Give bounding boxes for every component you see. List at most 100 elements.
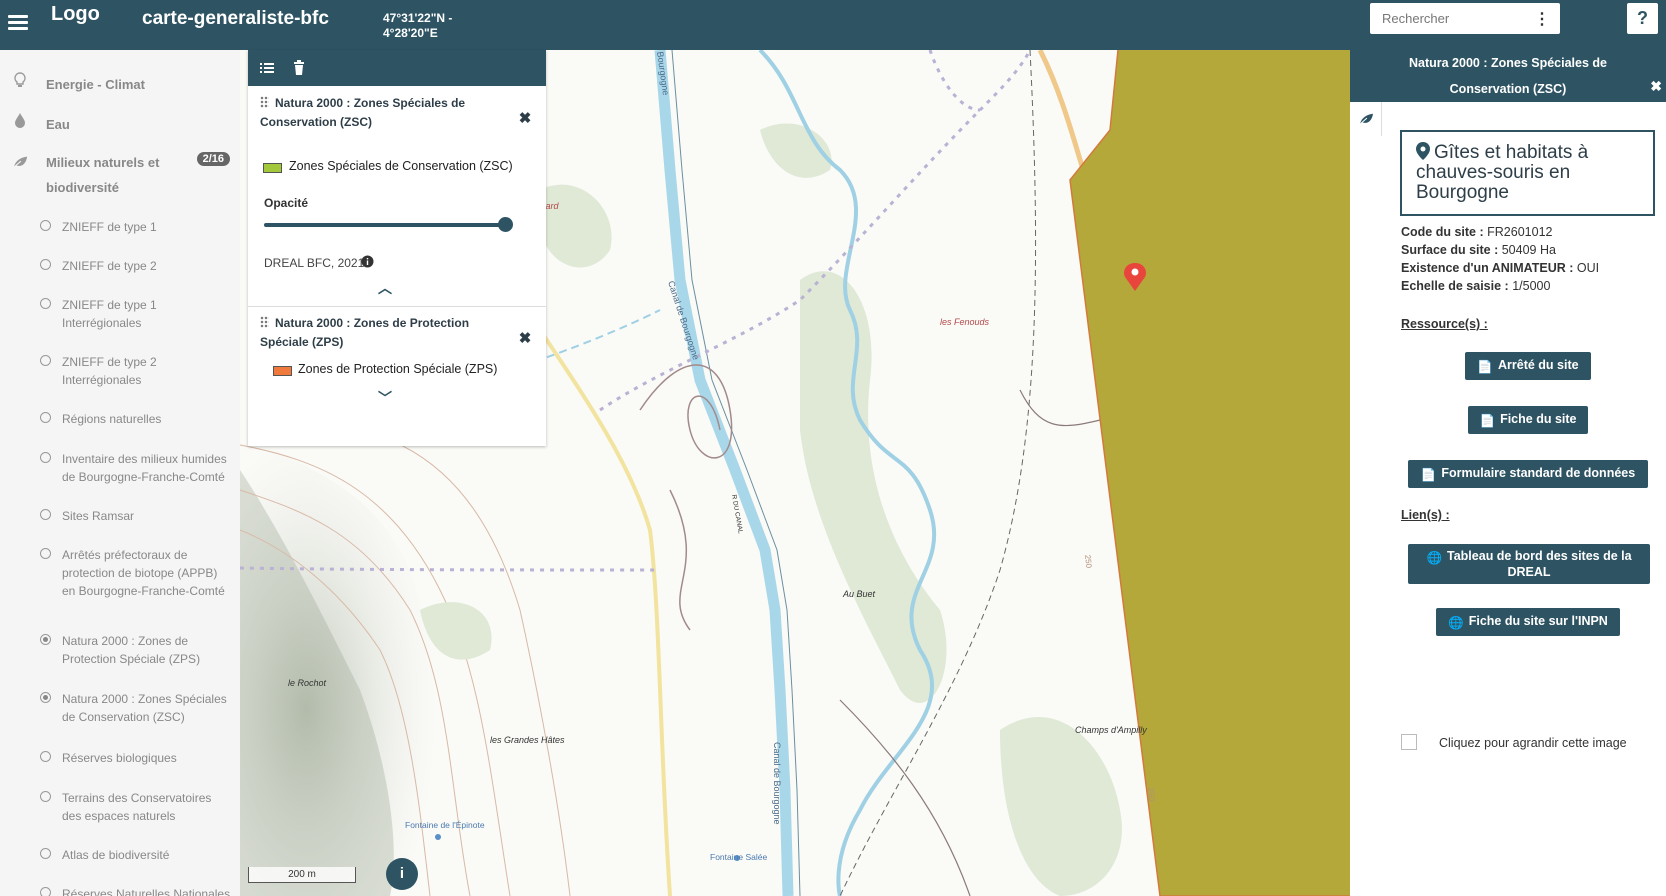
layer-radio[interactable] [40, 259, 51, 270]
layer-radio[interactable] [40, 412, 51, 423]
layer-label: Terrains des Conservatoires des espaces … [62, 791, 212, 823]
admin-boundary [240, 566, 661, 572]
layer-radio[interactable] [40, 452, 51, 463]
app-title: carte-generaliste-bfc [142, 8, 329, 29]
site-name-box: Gîtes et habitats à chauves-souris en Bo… [1400, 130, 1655, 216]
layer-radio-checked[interactable] [40, 692, 51, 703]
trash-icon[interactable] [290, 59, 308, 77]
close-icon[interactable]: ✖ [518, 331, 532, 346]
layer-radio[interactable] [40, 848, 51, 859]
search-box: ⋮ [1370, 3, 1560, 34]
chevron-up-icon[interactable]: ︿ [378, 278, 392, 298]
layer-radio[interactable] [40, 887, 51, 896]
site-image[interactable]: Cliquez pour agrandir cette image [1401, 734, 1627, 750]
legend-swatch [273, 366, 292, 376]
spring-marker [435, 834, 441, 840]
legend-entry-label: Zones Spéciales de Conservation (ZSC) [289, 159, 513, 173]
panel-tab[interactable] [1350, 102, 1382, 136]
coord-lat: 47°31'22"N - [383, 11, 453, 25]
opacity-slider-handle[interactable] [498, 217, 513, 232]
leaf-icon [1359, 113, 1373, 125]
layer-label: Régions naturelles [62, 412, 162, 426]
help-button[interactable]: ? [1627, 3, 1658, 34]
close-icon[interactable]: ✖ [518, 111, 532, 126]
layer-radio[interactable] [40, 220, 51, 231]
site-name: Gîtes et habitats à chauves-souris en Bo… [1416, 142, 1589, 203]
more-vertical-icon[interactable]: ⋮ [1534, 9, 1550, 29]
admin-boundary [928, 50, 981, 112]
field-echelle: Echelle de saisie : 1/5000 [1401, 279, 1551, 293]
arrete-button[interactable]: 📄 Arrêté du site [1465, 352, 1591, 380]
layer-radio[interactable] [40, 548, 51, 559]
legend-item-title[interactable]: Natura 2000 : Zones Spéciales de Conserv… [260, 94, 520, 132]
layer-label: ZNIEFF de type 2 [62, 259, 157, 273]
menu-icon[interactable] [8, 12, 28, 34]
drag-handle-icon[interactable] [260, 96, 269, 108]
broken-image-icon [1401, 734, 1417, 750]
close-icon[interactable]: ✖ [1650, 78, 1662, 95]
legend-toolbar [248, 50, 546, 86]
map-label: le Rochot [288, 678, 327, 688]
chevron-down-icon[interactable]: ﹀ [378, 388, 392, 408]
leaf-icon [13, 156, 28, 168]
search-input[interactable] [1370, 3, 1520, 34]
layer-sidebar: Energie - Climat Eau Milieux naturels et… [0, 50, 240, 896]
canal [654, 50, 794, 896]
feature-info-panel: Natura 2000 : Zones Spéciales de Conserv… [1350, 50, 1666, 896]
theme-milieux-naturels[interactable]: Milieux naturels et biodiversité 2/16 [0, 150, 240, 200]
layer-radio[interactable] [40, 355, 51, 366]
coordinates-readout: 47°31'22"N - 4°28'20"E [383, 11, 452, 41]
theme-label: Eau [46, 117, 70, 132]
info-circle-icon[interactable] [361, 255, 374, 268]
logo: Logo [51, 3, 100, 25]
map-label: les Grandes Hâtes [490, 735, 565, 745]
legend-item-zps: Natura 2000 : Zones de Protection Spécia… [248, 310, 546, 446]
inpn-link[interactable]: 🌐 Fiche du site sur l'INPN [1436, 608, 1620, 636]
layer-radio[interactable] [40, 509, 51, 520]
theme-label: Energie - Climat [46, 77, 145, 92]
path [669, 489, 691, 631]
road [1019, 389, 1101, 427]
legend-swatch [263, 163, 282, 173]
legend-item-title[interactable]: Natura 2000 : Zones de Protection Spécia… [260, 314, 520, 352]
legend-panel: Natura 2000 : Zones Spéciales de Conserv… [248, 50, 546, 446]
field-surface: Surface du site : 50409 Ha [1401, 243, 1556, 257]
legend-entry-label: Zones de Protection Spéciale (ZPS) [298, 362, 498, 376]
opacity-slider[interactable] [264, 223, 504, 227]
opacity-label: Opacité [264, 196, 309, 210]
layer-label: ZNIEFF de type 2 Interrégionales [62, 355, 157, 387]
layer-label: Natura 2000 : Zones Spéciales de Conserv… [62, 692, 227, 724]
field-code: Code du site : FR2601012 [1401, 225, 1553, 239]
tableau-de-bord-link[interactable]: 🌐 Tableau de bord des sites de la DREAL [1408, 544, 1650, 584]
globe-icon: 🌐 [1426, 551, 1443, 565]
panel-header: Natura 2000 : Zones Spéciales de Conserv… [1350, 50, 1666, 102]
map-label: Fontaine Salée [710, 852, 767, 862]
list-icon[interactable] [258, 59, 276, 77]
coord-lon: 4°28'20"E [383, 26, 438, 40]
resources-heading: Ressource(s) : [1401, 317, 1488, 331]
fiche-button[interactable]: 📄 Fiche du site [1468, 406, 1588, 434]
contour-label: 250 [1146, 787, 1156, 802]
layer-radio[interactable] [40, 298, 51, 309]
drag-handle-icon[interactable] [260, 316, 269, 328]
layer-radio-checked[interactable] [40, 634, 51, 645]
formulaire-button[interactable]: 📄 Formulaire standard de données [1408, 460, 1648, 488]
layer-radio[interactable] [40, 791, 51, 802]
field-animateur: Existence d'un ANIMATEUR : OUI [1401, 261, 1600, 275]
legend-item-zsc: Natura 2000 : Zones Spéciales de Conserv… [248, 86, 546, 306]
map-label: Fontaine de l'Épinote [405, 820, 485, 830]
file-icon: 📄 [1479, 414, 1496, 428]
map-label: Champs d'Ampilly [1075, 725, 1147, 735]
layer-label: Natura 2000 : Zones de Protection Spécia… [62, 634, 201, 666]
theme-label: Milieux naturels et biodiversité [46, 155, 160, 195]
drop-icon [15, 113, 25, 128]
layer-radio[interactable] [40, 751, 51, 762]
info-button[interactable]: i [386, 858, 418, 890]
layer-label: Arrêtés préfectoraux de protection de bi… [62, 548, 225, 598]
layer-label: ZNIEFF de type 1 [62, 220, 157, 234]
road [839, 699, 971, 896]
layer-label: ZNIEFF de type 1 Interrégionales [62, 298, 157, 330]
layer-label: Atlas de biodiversité [62, 848, 170, 862]
layer-label: Inventaire des milieux humides de Bourgo… [62, 452, 227, 484]
natura2000-zsc-zone[interactable] [1069, 50, 1350, 896]
